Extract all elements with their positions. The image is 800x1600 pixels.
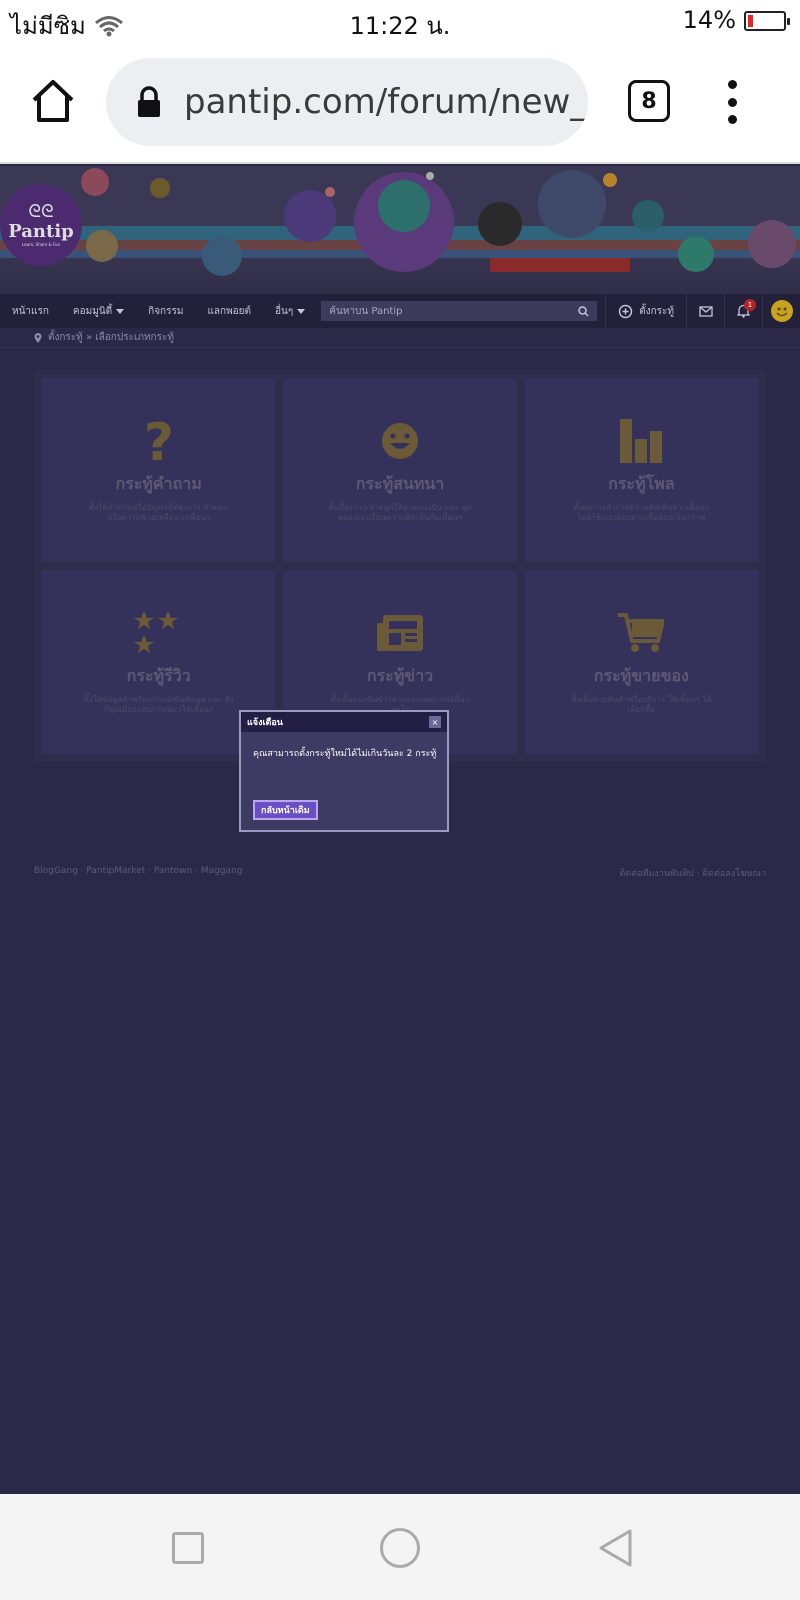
nav-community[interactable]: คอมมูนิตี้	[61, 304, 136, 319]
chevron-down-icon	[116, 308, 125, 314]
status-bar: ไม่มีซิม 11:22 น. 14%	[0, 0, 800, 42]
nav-redeem-label: แลกพอยต์	[207, 305, 252, 317]
nav-more-label: อื่นๆ	[275, 305, 294, 317]
card-desc: ตั้งให้ข้อมูลสำหรับการแบ่งปันข้อมูล และ …	[83, 695, 234, 714]
card-desc: ตั้งได้คำถามหรือปัญหาที่ต้องการ คำตอบหรื…	[89, 503, 229, 522]
svg-text:?: ?	[144, 416, 174, 466]
card-desc: ตั้งเรื่องราวเล่าสนุกให้อ่านแบ่งปัน และ …	[327, 503, 472, 522]
card-desc: ตั้งผลการสำรวจความคิดเห็นจากเพื่อนๆ โดยใ…	[573, 503, 710, 522]
smile-icon	[370, 416, 430, 466]
search-input[interactable]: ค้นหาบน Pantip	[321, 301, 598, 321]
shopping-cart-icon	[611, 608, 671, 658]
nav-activities[interactable]: กิจกรรม	[136, 304, 195, 319]
home-icon[interactable]	[30, 78, 76, 124]
address-bar[interactable]: pantip.com/forum/new_	[106, 58, 588, 146]
card-discussion[interactable]: กระทู้สนทนา ตั้งเรื่องราวเล่าสนุกให้อ่าน…	[283, 378, 517, 562]
create-topic-button[interactable]: ตั้งกระทู้	[605, 294, 686, 328]
system-nav-bar	[0, 1494, 800, 1600]
card-sell[interactable]: กระทู้ขายของ ตั้งเพื่อขายสินค้าหรือบริกา…	[524, 570, 758, 754]
newspaper-icon	[370, 608, 430, 658]
browser-toolbar: pantip.com/forum/new_ 8	[0, 42, 800, 164]
card-question[interactable]: ? กระทู้คำถาม ตั้งได้คำถามหรือปัญหาที่ต้…	[42, 378, 276, 562]
location-pin-icon	[34, 332, 42, 343]
header-banner: ᘓᘓ Pantip Learn, Share & Fun	[0, 166, 800, 294]
close-icon[interactable]: ×	[429, 716, 441, 728]
card-title: กระทู้ขายของ	[593, 666, 689, 685]
status-time: 11:22 น.	[349, 12, 451, 40]
topic-type-grid: ? กระทู้คำถาม ตั้งได้คำถามหรือปัญหาที่ต้…	[34, 370, 766, 762]
dialog-header: แจ้งเตือน ×	[241, 712, 447, 732]
main-navbar: หน้าแรก คอมมูนิตี้ กิจกรรม แลกพอยต์ อื่น…	[0, 294, 800, 328]
nav-redeem-points[interactable]: แลกพอยต์	[195, 304, 263, 319]
question-icon: ?	[129, 416, 189, 466]
profile-button[interactable]	[762, 294, 800, 328]
footer-links-right[interactable]: ติดต่อทีมงานพันทิป · ติดต่อลงโฆษณา	[620, 866, 766, 880]
breadcrumb-text[interactable]: ตั้งกระทู้ » เลือกประเภทกระทู้	[48, 330, 174, 345]
nav-more[interactable]: อื่นๆ	[263, 304, 317, 319]
search-icon[interactable]	[578, 305, 589, 317]
card-title: กระทู้ข่าว	[366, 666, 434, 685]
tab-switcher-button[interactable]: 8	[628, 80, 670, 122]
nav-community-label: คอมมูนิตี้	[72, 305, 113, 317]
pantip-logo[interactable]: ᘓᘓ Pantip Learn, Share & Fun	[0, 184, 82, 266]
footer-links-left[interactable]: BlogGang · PantipMarket · Pantown · Magg…	[34, 866, 242, 876]
notification-badge: 1	[744, 299, 756, 311]
battery-icon	[744, 11, 790, 31]
logo-text: Pantip	[8, 221, 74, 242]
chevron-down-icon	[297, 308, 306, 314]
card-title: กระทู้โพล	[608, 474, 675, 493]
card-title: กระทู้รีวิว	[126, 666, 191, 685]
smiley-avatar-icon	[775, 307, 788, 317]
battery-percent: 14%	[682, 6, 736, 34]
go-back-button[interactable]: กลับหน้าเดิม	[253, 800, 318, 820]
star-rating-icon	[129, 608, 189, 658]
nav-home-label: หน้าแรก	[12, 305, 49, 317]
status-right: 14%	[682, 6, 790, 34]
card-poll[interactable]: กระทู้โพล ตั้งผลการสำรวจความคิดเห็นจากเพ…	[524, 378, 758, 562]
bar-chart-icon	[611, 416, 671, 466]
logo-tagline: Learn, Share & Fun	[21, 242, 61, 247]
lock-icon	[138, 86, 160, 117]
alert-dialog: แจ้งเตือน × คุณสามารถตั้งกระทู้ใหม่ได้ไม…	[239, 710, 449, 832]
card-title: กระทู้สนทนา	[355, 474, 445, 493]
url-text: pantip.com/forum/new_	[184, 82, 588, 122]
dialog-message: คุณสามารถตั้งกระทู้ใหม่ได้ไม่เกินวันละ 2…	[253, 749, 437, 759]
web-content: ᘓᘓ Pantip Learn, Share & Fun หน้าแรก คอม…	[0, 166, 800, 1494]
logo-mark-icon: ᘓᘓ	[28, 201, 54, 222]
add-circle-icon	[619, 304, 633, 318]
card-title: กระทู้คำถาม	[115, 474, 202, 493]
nav-home[interactable]: หน้าแรก	[0, 304, 61, 319]
avatar	[770, 300, 793, 322]
battery-fill	[748, 15, 753, 27]
messages-button[interactable]	[686, 294, 724, 328]
search-placeholder: ค้นหาบน Pantip	[329, 305, 403, 317]
browser-menu-icon[interactable]	[722, 80, 742, 124]
nav-activities-label: กิจกรรม	[148, 305, 184, 317]
mail-icon	[698, 305, 713, 317]
back-triangle-icon[interactable]	[596, 1528, 636, 1568]
home-circle-icon[interactable]	[380, 1528, 420, 1568]
card-desc: ตั้งเพื่อขายสินค้าหรือบริการ ให้เพื่อนๆ …	[571, 695, 712, 714]
notifications-button[interactable]: 1	[724, 294, 762, 328]
banner-illustration	[0, 168, 800, 276]
recent-apps-icon[interactable]	[172, 1532, 204, 1564]
create-topic-label: ตั้งกระทู้	[639, 305, 674, 317]
nav-right: ตั้งกระทู้ 1	[605, 294, 800, 328]
breadcrumb: ตั้งกระทู้ » เลือกประเภทกระทู้	[0, 328, 800, 348]
dialog-title: แจ้งเตือน	[247, 718, 283, 728]
